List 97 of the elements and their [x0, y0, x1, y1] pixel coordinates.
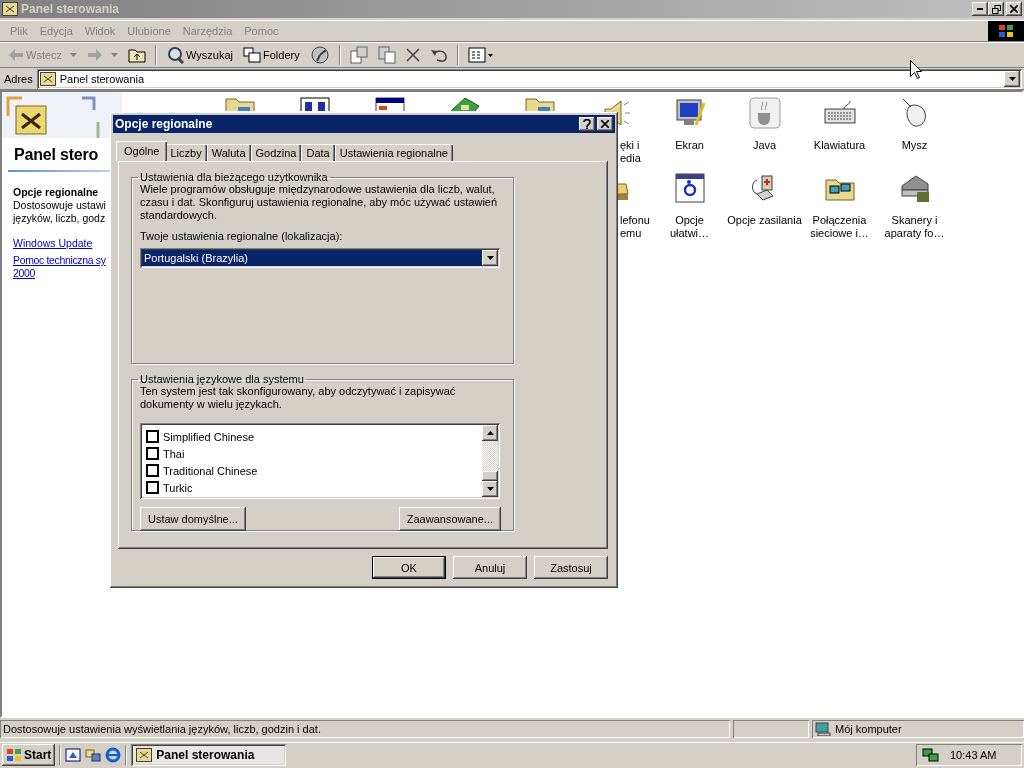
folder-icon — [223, 97, 256, 111]
undo-icon — [429, 48, 448, 62]
language-label: Traditional Chinese — [163, 464, 258, 477]
icon-label[interactable]: Java — [752, 139, 777, 152]
minimize-icon — [977, 8, 983, 10]
restore-icon — [991, 4, 1001, 14]
cursor-icon — [910, 60, 922, 79]
locale-label: Twoje ustawienia regionalne (lokalizacja): — [140, 230, 344, 242]
caret-icon — [70, 53, 78, 57]
desktop-icon[interactable] — [65, 747, 82, 763]
dialog-title: Opcje regionalne — [115, 117, 214, 131]
zone-pane: Mój komputer — [812, 720, 1024, 738]
icon-label[interactable]: Skanery i aparaty fo… — [884, 214, 945, 240]
scroll-up-button[interactable] — [482, 425, 498, 441]
restore-button[interactable] — [988, 2, 1004, 16]
folders-sync-icon[interactable] — [85, 747, 102, 763]
checkbox[interactable] — [146, 430, 159, 443]
history-icon — [309, 45, 330, 65]
down-arrow-icon — [486, 487, 494, 491]
move-to-icon — [349, 46, 368, 64]
close-icon — [1010, 5, 1018, 13]
window-icon — [373, 97, 406, 111]
dialog-button[interactable]: Zastosuj — [534, 556, 608, 579]
item-title: Opcje regionalne — [13, 186, 99, 198]
views-icon — [467, 47, 494, 63]
group-legend: Ustawienia językowe dla systemu — [138, 373, 306, 385]
icon-label[interactable]: Mysz — [901, 139, 928, 152]
clock: 10:43 AM — [950, 749, 997, 761]
language-label: Thai — [163, 447, 185, 460]
taskbar-button[interactable]: Panel sterowania — [131, 744, 287, 766]
windows-logo-icon — [6, 748, 22, 762]
help-link[interactable]: Windows Update — [13, 237, 93, 250]
checkbox[interactable] — [146, 447, 159, 460]
folders-icon — [243, 47, 262, 63]
icon-label[interactable]: Klawiatura — [813, 139, 866, 152]
group-legend: Ustawienia dla bieżącego użytkownika — [138, 171, 330, 183]
network-tray-icon[interactable] — [922, 747, 940, 763]
control-panel-icon — [136, 748, 153, 762]
search-button[interactable]: Wyszukaj — [162, 44, 238, 66]
tab[interactable]: Liczby — [165, 144, 207, 161]
tab[interactable]: Ustawienia regionalne — [334, 144, 453, 161]
tab[interactable]: Waluta — [206, 144, 251, 161]
language-label: Turkic — [163, 481, 193, 494]
folders-button[interactable]: Foldery — [239, 45, 304, 65]
icon-label[interactable]: Opcje ułatwi… — [669, 214, 710, 240]
checkbox[interactable] — [146, 481, 159, 494]
icon-label[interactable]: lefonu emu — [620, 214, 650, 240]
up-arrow-icon — [486, 431, 494, 435]
language-label: Simplified Chinese — [163, 430, 255, 443]
numbers-icon — [298, 97, 331, 111]
locale-dropdown[interactable]: Portugalski (Brazylia) — [140, 248, 500, 268]
start-button[interactable]: Start — [2, 744, 56, 766]
scroll-down-button[interactable] — [482, 481, 498, 497]
caret-icon — [111, 53, 119, 57]
icon-label[interactable]: ęki i edia — [620, 139, 641, 165]
scroll-thumb[interactable] — [482, 471, 498, 481]
folder-icon — [523, 97, 556, 111]
question-mark-icon — [583, 119, 591, 129]
address-field[interactable]: Panel sterowania — [36, 69, 1022, 89]
dialog-button[interactable]: Zaawansowane... — [398, 507, 501, 531]
close-icon — [601, 120, 609, 128]
cup-icon — [748, 97, 781, 129]
delete-icon — [405, 48, 420, 62]
browser-icon[interactable] — [105, 747, 122, 763]
icon-label[interactable]: Ekran — [675, 139, 704, 152]
caret-icon — [1008, 77, 1016, 81]
group-description: Wiele programów obsługuje międzynarodowe ustawienia dla liczb, walut, czasu i dat. Skonfiguruj ustawienia regionalne, aby móc używać ustawień standardowych. — [140, 183, 499, 222]
help-button[interactable] — [579, 117, 595, 131]
status-text: Dostosowuje ustawienia wyświetlania języków, liczb, godzin i dat. — [0, 720, 730, 738]
tab[interactable]: Ogólne — [116, 141, 168, 161]
dialog-button[interactable]: Ustaw domyślne... — [140, 507, 246, 531]
folder-up-icon — [128, 47, 147, 63]
control-panel-icon — [2, 2, 18, 16]
forward-arrow-icon — [87, 48, 104, 62]
item-description: Dostosowuje ustawi języków, liczb, godz — [13, 199, 106, 225]
dialog-button[interactable]: Anuluj — [453, 556, 527, 579]
caret-icon — [486, 256, 494, 260]
group-description: Ten system jest tak skonfigurowany, aby odczytywać i zapisywać dokumenty w wielu językach. — [140, 385, 457, 411]
back-arrow-icon — [8, 48, 24, 62]
icon-label[interactable]: Połączenia sieciowe i… — [810, 214, 869, 240]
address-label: Adres — [4, 73, 33, 85]
dialog-button[interactable]: OK — [372, 556, 446, 579]
close-button[interactable] — [1006, 2, 1022, 16]
help-link[interactable]: Pomoc techniczna sy 2000 — [13, 254, 106, 280]
window-title: Panel sterowania — [21, 2, 121, 16]
tab[interactable]: Data — [301, 144, 335, 161]
minimize-button[interactable] — [972, 2, 988, 16]
copy-to-icon — [377, 46, 396, 64]
page-heading: Panel stero — [14, 146, 99, 164]
search-icon — [166, 46, 185, 64]
control-panel-icon — [39, 72, 56, 86]
computer-icon — [815, 722, 831, 736]
tab[interactable]: Godzina — [250, 144, 302, 161]
icon-label[interactable]: Opcje zasilania — [727, 214, 802, 227]
windows-logo-icon — [998, 24, 1014, 38]
close-button[interactable] — [597, 117, 613, 131]
checkbox[interactable] — [146, 464, 159, 477]
